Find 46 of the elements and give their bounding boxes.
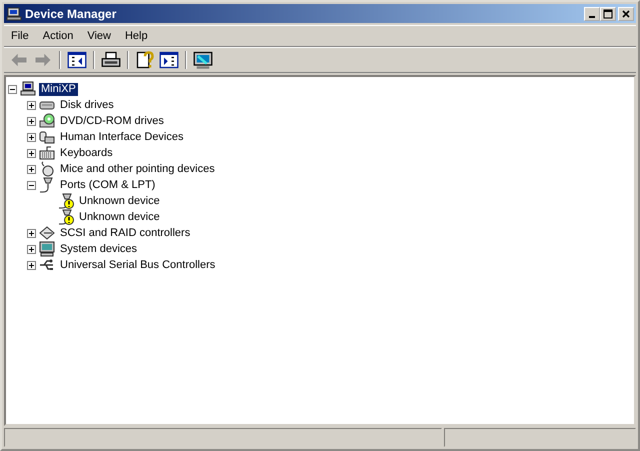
- minimize-button[interactable]: [584, 6, 600, 20]
- tree-item[interactable]: SCSI and RAID controllers: [58, 226, 192, 240]
- tree-item[interactable]: Universal Serial Bus Controllers: [58, 258, 218, 272]
- menu-item[interactable]: Action: [36, 30, 80, 42]
- tree-item[interactable]: MiniXP: [39, 82, 78, 96]
- tree-item[interactable]: Unknown device: [77, 194, 162, 208]
- pane-icon[interactable]: [66, 50, 88, 70]
- expand-icon[interactable]: [27, 100, 36, 110]
- computer-icon: [6, 6, 22, 22]
- maximize-icon: [603, 8, 613, 18]
- tree-item[interactable]: Mice and other pointing devices: [58, 162, 217, 176]
- expand-icon[interactable]: [27, 148, 36, 158]
- maximize-button[interactable]: [600, 6, 616, 20]
- pane-icon[interactable]: [158, 50, 180, 70]
- printer-icon[interactable]: [100, 50, 122, 70]
- expand-icon[interactable]: [27, 116, 36, 126]
- collapse-icon[interactable]: [27, 180, 36, 190]
- computer-icon: [20, 81, 36, 97]
- monitor-icon[interactable]: [192, 50, 214, 70]
- mouse-icon: [39, 161, 55, 177]
- tree-item[interactable]: DVD/CD-ROM drives: [58, 114, 166, 128]
- tree-item[interactable]: Ports (COM & LPT): [58, 178, 158, 192]
- usb-icon: [39, 257, 55, 273]
- help-document-icon[interactable]: [134, 50, 156, 70]
- collapse-icon[interactable]: [8, 84, 17, 94]
- expand-icon[interactable]: [27, 260, 36, 270]
- port-connector-icon: [39, 177, 55, 193]
- tree-item[interactable]: System devices: [58, 242, 140, 256]
- menu-item[interactable]: View: [80, 30, 118, 42]
- tree-item[interactable]: Keyboards: [58, 146, 115, 160]
- expand-icon[interactable]: [27, 228, 36, 238]
- minimize-icon: [589, 16, 595, 18]
- window-title: Device Manager: [25, 6, 118, 20]
- tree-item[interactable]: Unknown device: [77, 210, 162, 224]
- expand-icon[interactable]: [27, 164, 36, 174]
- menu-item[interactable]: Help: [118, 30, 155, 42]
- close-button[interactable]: [618, 6, 634, 20]
- close-icon: [621, 8, 631, 18]
- expand-icon[interactable]: [27, 244, 36, 254]
- optical-drive-icon: [39, 113, 55, 129]
- tree-item[interactable]: Disk drives: [58, 98, 116, 112]
- expand-icon[interactable]: [27, 132, 36, 142]
- tree-item[interactable]: Human Interface Devices: [58, 130, 186, 144]
- keyboard-icon: [39, 145, 55, 161]
- menu-item[interactable]: File: [4, 30, 36, 42]
- monitor-icon: [39, 241, 55, 257]
